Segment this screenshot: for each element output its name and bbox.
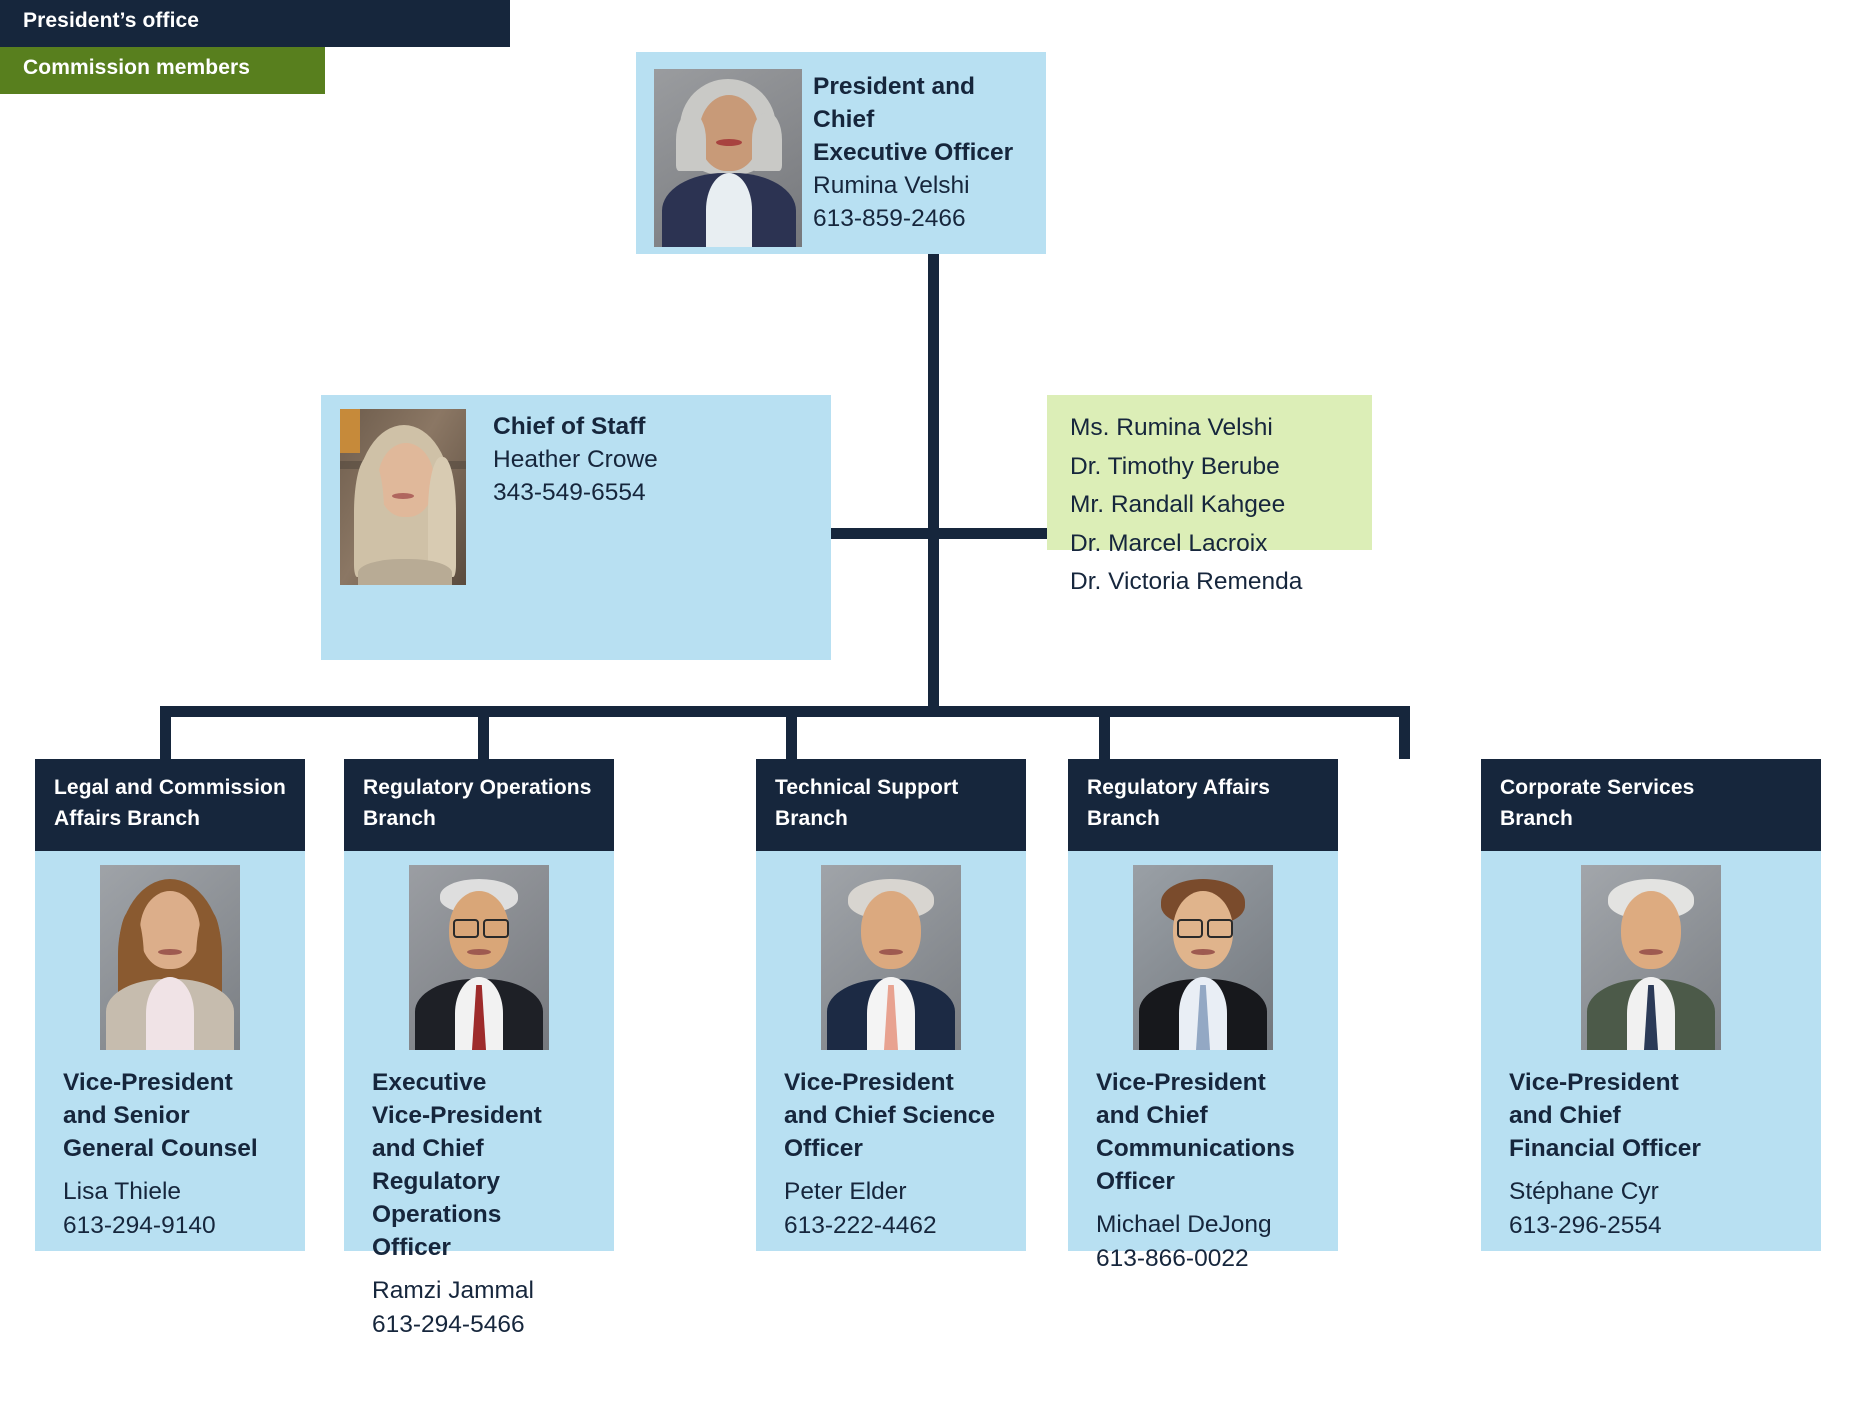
branch-person-phone-1: 613-294-9140 xyxy=(63,1212,216,1239)
branch-header-5: Corporate Services Branch xyxy=(1481,759,1821,851)
presidents-office-card: Chief of Staff Heather Crowe 343-549-655… xyxy=(321,395,831,660)
branch-header-label-4: Regulatory Affairs xyxy=(1087,776,1271,799)
connector-ceo-vertical xyxy=(928,254,939,711)
branch-portrait-photo-3 xyxy=(821,865,961,1050)
branch-details-2: Executive Vice-President and Chief Regulat… xyxy=(372,1066,586,1342)
commission-member-item: Dr. Timothy Berube xyxy=(1070,452,1280,480)
branch-card-2: Executive Vice-President and Chief Regulat… xyxy=(344,851,614,1338)
branch-person-name-4: Michael DeJong xyxy=(1096,1211,1272,1238)
branch-card-1: Vice-President and Senior General Counsel L… xyxy=(35,851,305,1251)
branch-role-line-4-1: Vice-President xyxy=(1096,1069,1266,1096)
ceo-phone: 613-859-2466 xyxy=(813,205,966,232)
branch-card-3: Vice-President and Chief Science Officer Pe… xyxy=(756,851,1026,1251)
chief-of-staff-role: Chief of Staff xyxy=(493,413,646,440)
branch-role-line-2-2: Vice-President xyxy=(372,1102,542,1129)
branch-details-4: Vice-President and Chief Communications Off… xyxy=(1096,1066,1310,1276)
chief-of-staff-portrait-photo xyxy=(340,409,466,585)
branch-role-line-4-2: and Chief xyxy=(1096,1102,1208,1129)
branch-role-line-2-3: and Chief Regulatory xyxy=(372,1135,500,1195)
branch-header-4: Regulatory Affairs Branch xyxy=(1068,759,1338,851)
ceo-card: President and Chief Executive Officer Ru… xyxy=(636,52,1046,254)
ceo-details: President and Chief Executive Officer Ru… xyxy=(813,70,1038,235)
ceo-name: Rumina Velshi xyxy=(813,172,970,199)
branch-header-label-3: Technical Support xyxy=(775,776,959,799)
branch-header-label2-1: Affairs Branch xyxy=(54,807,201,830)
commission-member-item: Mr. Randall Kahgee xyxy=(1070,491,1286,518)
branch-header-label2-2: Branch xyxy=(363,807,436,830)
branch-role-line-4-4: Officer xyxy=(1096,1168,1175,1195)
commission-members-card: Ms. Rumina Velshi Dr. Timothy Berube Mr. R… xyxy=(1047,395,1372,595)
connector-ceo-to-commission xyxy=(928,528,1050,539)
organization-chart: President and Chief Executive Officer Ru… xyxy=(0,0,1863,1401)
branch-person-name-5: Stéphane Cyr xyxy=(1509,1178,1659,1205)
branch-role-line-4-3: Communications xyxy=(1096,1135,1295,1162)
chief-of-staff-name: Heather Crowe xyxy=(493,446,658,473)
commission-member-item: Ms. Rumina Velshi xyxy=(1070,414,1273,441)
branch-person-phone-2: 613-294-5466 xyxy=(372,1311,525,1338)
chief-of-staff-phone: 343-549-6554 xyxy=(493,479,646,506)
branch-header-label-2: Regulatory Operations xyxy=(363,776,592,799)
ceo-portrait-photo xyxy=(654,69,802,247)
branch-header-3: Technical Support Branch xyxy=(756,759,1026,851)
branch-person-phone-3: 613-222-4462 xyxy=(784,1212,937,1239)
branch-role-line-1-3: General Counsel xyxy=(63,1135,258,1162)
branch-header-label2-3: Branch xyxy=(775,807,848,830)
branch-role-line-1-1: Vice-President xyxy=(63,1069,233,1096)
branch-person-name-3: Peter Elder xyxy=(784,1178,907,1205)
branch-role-line-1-2: and Senior xyxy=(63,1102,190,1129)
presidents-office-header-label: President’s office xyxy=(23,9,200,32)
branch-header-label2-4: Branch xyxy=(1087,807,1160,830)
presidents-office-header: President’s office xyxy=(0,0,510,47)
commission-member-item: Dr. Marcel Lacroix xyxy=(1070,529,1268,557)
chief-of-staff-details: Chief of Staff Heather Crowe 343-549-655… xyxy=(493,410,813,509)
branch-card-5: Vice-President and Chief Financial Officer… xyxy=(1481,851,1821,1251)
branch-person-name-2: Ramzi Jammal xyxy=(372,1277,534,1304)
ceo-role-line1: President and Chief xyxy=(813,73,976,133)
commission-members-header: Commission members xyxy=(0,47,325,94)
branch-header-label2-5: Branch xyxy=(1500,807,1573,830)
connector-branch-drop-5 xyxy=(1399,706,1410,759)
commission-members-header-label: Commission members xyxy=(23,56,251,79)
connector-branch-drop-3 xyxy=(786,706,797,759)
branch-card-4: Vice-President and Chief Communications Off… xyxy=(1068,851,1338,1272)
ceo-role-line2: Executive Officer xyxy=(813,139,1014,166)
branch-portrait-photo-4 xyxy=(1133,865,1273,1050)
branch-portrait-photo-2 xyxy=(409,865,549,1050)
connector-branch-horizontal xyxy=(160,706,1410,717)
branch-details-5: Vice-President and Chief Financial Officer… xyxy=(1509,1066,1793,1243)
commission-member-item: Dr. Victoria Remenda xyxy=(1070,568,1303,595)
branch-role-line-2-4: Operations Officer xyxy=(372,1201,502,1261)
branch-role-line-3-3: Officer xyxy=(784,1135,863,1162)
branch-header-1: Legal and Commission Affairs Branch xyxy=(35,759,305,851)
branch-person-name-1: Lisa Thiele xyxy=(63,1178,182,1205)
connector-branch-drop-4 xyxy=(1099,706,1110,759)
branch-role-line-5-3: Financial Officer xyxy=(1509,1135,1701,1162)
connector-branch-drop-2 xyxy=(478,706,489,759)
branch-header-label-1: Legal and Commission xyxy=(54,776,286,799)
connector-branch-drop-1 xyxy=(160,706,171,759)
branch-role-line-2-1: Executive xyxy=(372,1069,487,1096)
branch-header-2: Regulatory Operations Branch xyxy=(344,759,614,851)
branch-details-1: Vice-President and Senior General Counsel L… xyxy=(63,1066,277,1243)
branch-role-line-3-1: Vice-President xyxy=(784,1069,954,1096)
branch-details-3: Vice-President and Chief Science Officer Pe… xyxy=(784,1066,998,1243)
branch-role-line-5-1: Vice-President xyxy=(1509,1069,1679,1096)
branch-role-line-3-2: and Chief Science xyxy=(784,1102,996,1129)
commission-members-list: Ms. Rumina Velshi Dr. Timothy Berube Mr. R… xyxy=(1070,409,1302,602)
branch-portrait-photo-1 xyxy=(100,865,240,1050)
branch-portrait-photo-5 xyxy=(1581,865,1721,1050)
branch-role-line-5-2: and Chief xyxy=(1509,1102,1621,1129)
branch-header-label-5: Corporate Services xyxy=(1500,776,1695,799)
branch-person-phone-4: 613-866-0022 xyxy=(1096,1245,1249,1272)
branch-person-phone-5: 613-296-2554 xyxy=(1509,1212,1662,1239)
